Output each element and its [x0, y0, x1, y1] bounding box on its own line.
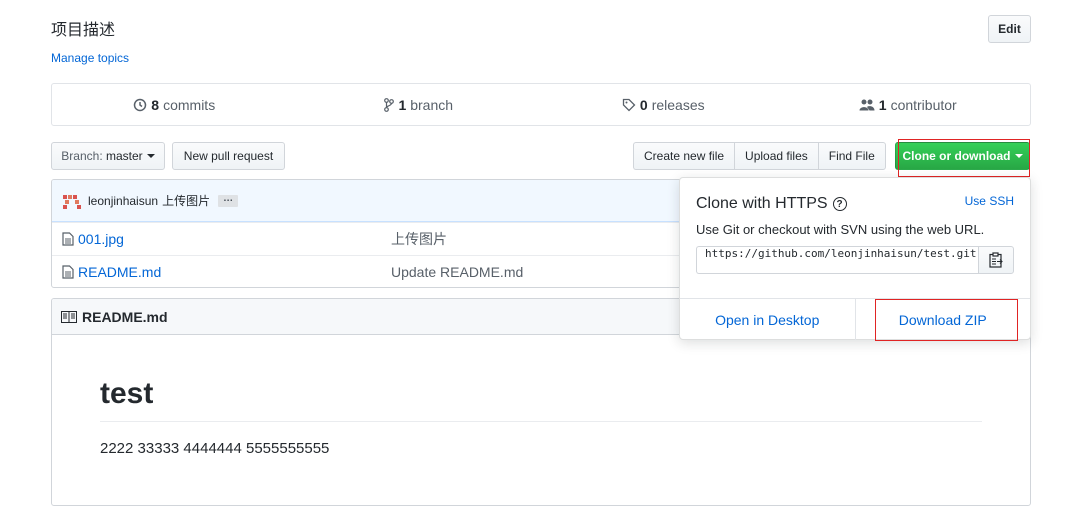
commits-link[interactable]: 8 commits	[52, 84, 297, 125]
readme-paragraph: 2222 33333 4444444 5555555555	[100, 440, 330, 457]
manage-topics-link[interactable]: Manage topics	[51, 51, 129, 65]
commit-message[interactable]: 上传图片	[162, 192, 210, 209]
file-commit-message[interactable]: Update README.md	[391, 264, 523, 280]
clone-url-input[interactable]: https://github.com/leonjinhaisun/test.gi…	[696, 246, 978, 274]
contributor-count: 1	[878, 96, 887, 113]
readme-heading: test	[100, 377, 982, 422]
avatar[interactable]	[63, 193, 81, 209]
readme-filename: README.md	[82, 308, 168, 325]
branch-name: master	[106, 149, 143, 163]
caret-down-icon	[146, 154, 155, 158]
expand-commit-button[interactable]: …	[218, 193, 239, 207]
new-pull-request-button[interactable]: New pull request	[172, 142, 285, 170]
readme-body: test 2222 33333 4444444 5555555555	[52, 335, 1030, 457]
branch-label: branch	[410, 96, 454, 113]
create-new-file-button[interactable]: Create new file	[633, 142, 735, 170]
people-icon	[859, 99, 875, 110]
history-icon	[134, 98, 147, 111]
file-icon	[62, 232, 74, 246]
contributor-label: contributor	[890, 96, 957, 113]
file-icon	[62, 265, 74, 279]
use-ssh-link[interactable]: Use SSH	[965, 194, 1014, 208]
open-in-desktop-button[interactable]: Open in Desktop	[680, 299, 856, 340]
branches-link[interactable]: 1 branch	[297, 84, 542, 125]
branch-select-button[interactable]: Branch: master	[51, 142, 165, 170]
book-icon	[61, 310, 77, 323]
branch-prefix: Branch:	[61, 149, 103, 163]
file-commit-message[interactable]: 上传图片	[391, 229, 447, 249]
repo-description: 项目描述	[51, 22, 116, 39]
file-actions-group: Create new file Upload files Find File	[633, 142, 886, 170]
clone-title: Clone with HTTPS ?	[696, 195, 847, 213]
clone-title-text: Clone with HTTPS	[696, 195, 828, 212]
file-name[interactable]: README.md	[78, 264, 391, 280]
upload-files-button[interactable]: Upload files	[734, 142, 818, 170]
help-icon[interactable]: ?	[832, 197, 847, 211]
releases-label: releases	[651, 96, 705, 113]
find-file-button[interactable]: Find File	[817, 142, 886, 170]
releases-count: 0	[639, 96, 648, 113]
releases-link[interactable]: 0 releases	[541, 84, 786, 125]
highlight-box-clone	[898, 139, 1030, 177]
highlight-box-download	[875, 299, 1018, 341]
copy-url-button[interactable]	[978, 246, 1014, 274]
edit-button[interactable]: Edit	[988, 15, 1031, 43]
branch-count: 1	[398, 96, 407, 113]
commits-count: 8	[151, 96, 160, 113]
commits-label: commits	[163, 96, 216, 113]
file-name[interactable]: 001.jpg	[78, 231, 391, 247]
commit-author[interactable]: leonjinhaisun	[88, 194, 158, 208]
repo-summary: 8 commits 1 branch 0 releases 1 contribu…	[51, 83, 1031, 126]
contributors-link[interactable]: 1 contributor	[786, 84, 1031, 125]
clipboard-icon	[989, 252, 1003, 268]
branch-icon	[384, 97, 395, 112]
tag-icon	[622, 98, 636, 111]
clone-description: Use Git or checkout with SVN using the w…	[696, 222, 985, 237]
